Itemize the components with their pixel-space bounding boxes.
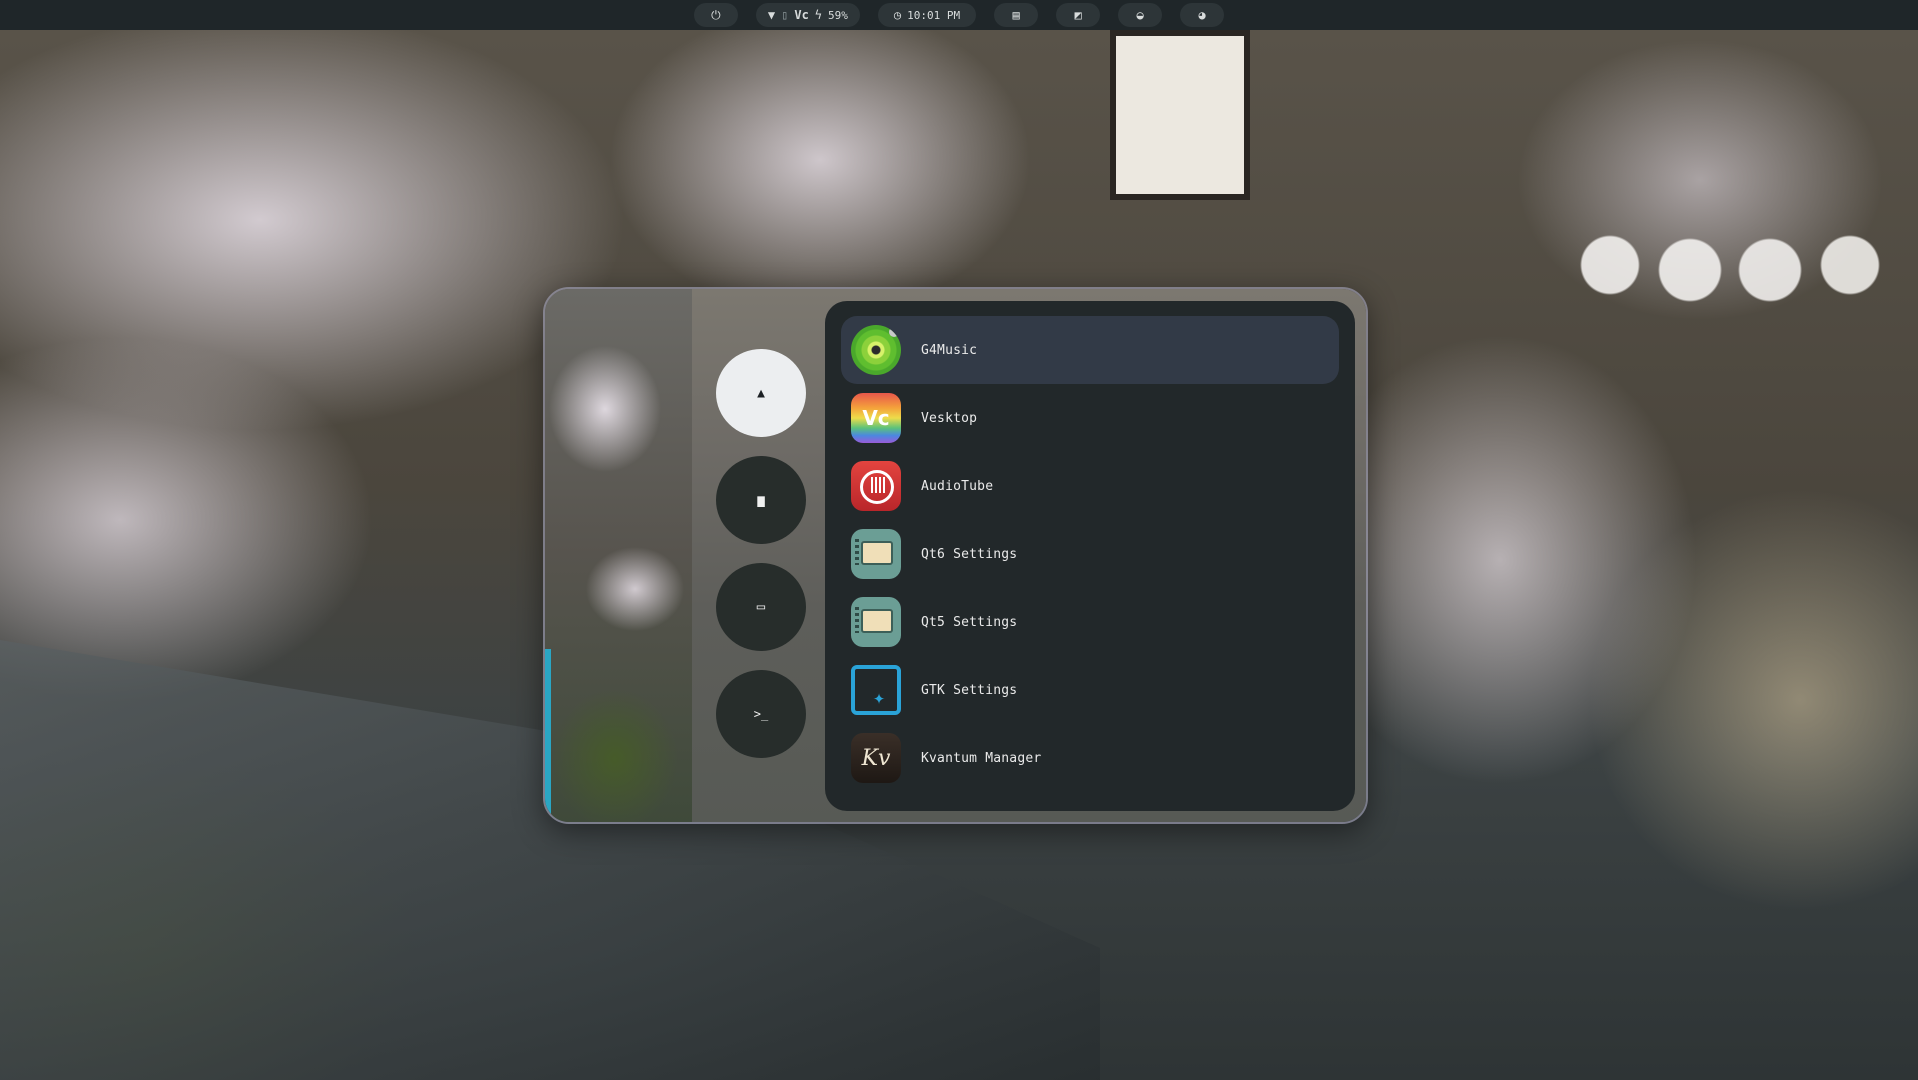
gtk-settings-icon xyxy=(851,665,901,715)
arch-logo-icon: ▲ xyxy=(757,385,765,401)
app-item-qt5-settings[interactable]: Qt5 Settings xyxy=(841,588,1339,656)
power-icon: ⏻ xyxy=(711,8,721,22)
screenshot-button[interactable]: ◩ xyxy=(1056,3,1101,27)
launcher-terminal-button[interactable]: >_ xyxy=(716,670,806,758)
clock-icon: ◷ xyxy=(893,8,902,22)
app-name: Qt6 Settings xyxy=(921,546,1018,562)
qt5-settings-icon xyxy=(851,597,901,647)
app-name: Vesktop xyxy=(921,410,978,426)
clipboard-button[interactable]: ▤ xyxy=(994,3,1039,27)
kvantum-icon: Kv xyxy=(851,733,901,783)
clock-time: 10:01 PM xyxy=(907,8,961,22)
terminal-icon: >_ xyxy=(753,707,769,721)
wallpaper-shop-sign xyxy=(1110,30,1250,200)
launcher-sidebar: ▲ ▆ ▭ >_ xyxy=(692,289,830,822)
battery-icon: ϟ xyxy=(814,8,823,22)
screenshot-icon: ◩ xyxy=(1074,8,1082,22)
app-name: GTK Settings xyxy=(921,682,1018,698)
qt6-settings-icon xyxy=(851,529,901,579)
ghost-icon: ◒ xyxy=(1136,8,1144,22)
app-item-gtk-settings[interactable]: GTK Settings xyxy=(841,656,1339,724)
folder-icon: ▆ xyxy=(757,493,765,507)
bluetooth-icon: ▯ xyxy=(781,8,789,22)
app-list: G4Music Vc Vesktop AudioTube Qt6 Setting… xyxy=(825,301,1355,811)
audiotube-icon xyxy=(851,461,901,511)
clipboard-icon: ▤ xyxy=(1012,8,1020,22)
app-item-qt6-settings[interactable]: Qt6 Settings xyxy=(841,520,1339,588)
preview-accent xyxy=(545,649,551,819)
app-item-kvantum-manager[interactable]: Kv Kvantum Manager xyxy=(841,724,1339,792)
app-item-audiotube[interactable]: AudioTube xyxy=(841,452,1339,520)
launcher-preview-image xyxy=(545,289,692,822)
app-name: Qt5 Settings xyxy=(921,614,1018,630)
launcher-files-button[interactable]: ▆ xyxy=(716,456,806,544)
app-name: Kvantum Manager xyxy=(921,750,1042,766)
app-item-vesktop[interactable]: Vc Vesktop xyxy=(841,384,1339,452)
app-name: AudioTube xyxy=(921,478,994,494)
app-launcher: ▲ ▆ ▭ >_ G4Music Vc Vesktop AudioTube Qt… xyxy=(543,287,1368,824)
battery-percent: 59% xyxy=(828,8,848,22)
vesktop-icon: Vc xyxy=(851,393,901,443)
app-name: G4Music xyxy=(921,342,978,358)
clock-widget[interactable]: ◷ 10:01 PM xyxy=(877,3,977,27)
wallpaper-lanterns xyxy=(1580,215,1918,325)
ghost-button[interactable]: ◒ xyxy=(1118,3,1163,27)
status-indicators[interactable]: ▼ ▯ Vc ϟ 59% xyxy=(755,3,860,27)
app-item-g4music[interactable]: G4Music xyxy=(841,316,1339,384)
window-icon: ▭ xyxy=(756,599,766,615)
launcher-windows-button[interactable]: ▭ xyxy=(716,563,806,651)
palette-button[interactable]: ◕ xyxy=(1180,3,1225,27)
palette-icon: ◕ xyxy=(1198,8,1206,22)
top-bar: ⏻ ▼ ▯ Vc ϟ 59% ◷ 10:01 PM ▤ ◩ ◒ ◕ xyxy=(0,0,1918,30)
vesktop-tray-icon: Vc xyxy=(794,8,809,22)
g4music-icon xyxy=(851,325,901,375)
wifi-icon: ▼ xyxy=(767,8,776,22)
launcher-apps-button[interactable]: ▲ xyxy=(716,349,806,437)
power-button[interactable]: ⏻ xyxy=(693,3,738,27)
